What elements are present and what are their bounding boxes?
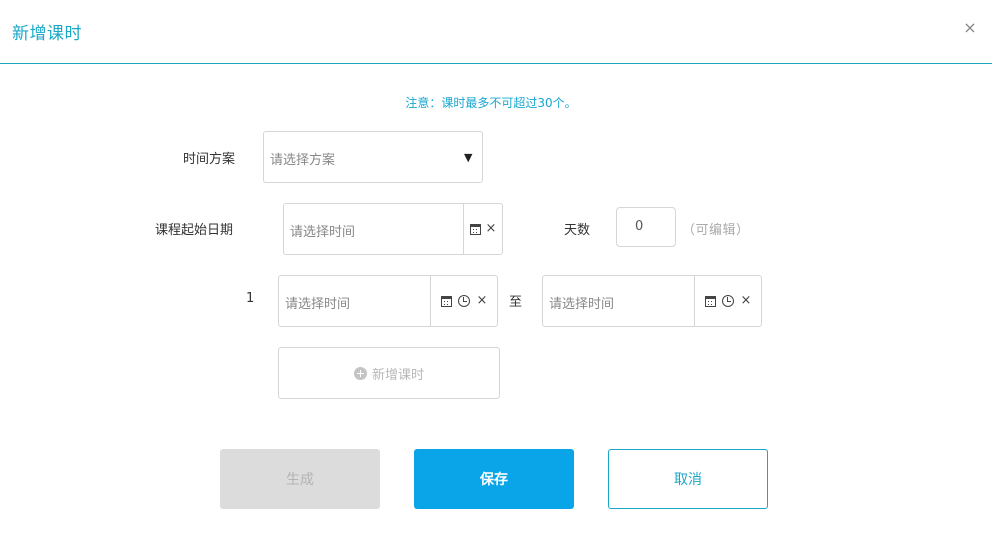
add-session-button[interactable]: 新增课时: [278, 347, 500, 399]
days-label: 天数: [564, 223, 591, 238]
session-end-input[interactable]: 请选择时间 ×: [542, 275, 762, 327]
session-start-placeholder: 请选择时间: [285, 297, 351, 312]
start-date-icons: ×: [463, 204, 503, 254]
clear-icon[interactable]: ×: [485, 222, 497, 235]
calendar-icon[interactable]: [441, 295, 452, 307]
add-session-label: 新增课时: [371, 367, 424, 383]
session-start-input[interactable]: 请选择时间 ×: [278, 275, 498, 327]
close-icon[interactable]: ×: [962, 20, 978, 36]
days-input[interactable]: 0: [616, 207, 676, 247]
calendar-icon[interactable]: [470, 223, 481, 235]
clock-icon[interactable]: [458, 295, 470, 307]
session-end-placeholder: 请选择时间: [549, 297, 615, 312]
plan-placeholder: 请选择方案: [270, 153, 336, 168]
dialog-header: 新增课时 ×: [0, 0, 992, 64]
session-start-icons: ×: [430, 276, 498, 326]
clear-icon[interactable]: ×: [740, 294, 752, 307]
start-date-placeholder: 请选择时间: [290, 225, 356, 240]
days-editable-hint: （可编辑）: [682, 223, 750, 238]
plus-circle-icon: [353, 366, 367, 380]
start-date-input[interactable]: 请选择时间 ×: [283, 203, 503, 255]
start-date-label: 课程起始日期: [155, 223, 234, 238]
session-end-icons: ×: [694, 276, 762, 326]
range-separator: 至: [509, 295, 523, 310]
save-button[interactable]: 保存: [414, 449, 574, 509]
dialog-title: 新增课时: [12, 24, 82, 44]
generate-button[interactable]: 生成: [220, 449, 380, 509]
session-index: 1: [246, 291, 255, 306]
calendar-icon[interactable]: [705, 295, 716, 307]
notice-text: 注意：课时最多不可超过30个。: [405, 96, 577, 110]
clear-icon[interactable]: ×: [476, 294, 488, 307]
plan-label: 时间方案: [183, 152, 236, 167]
clock-icon[interactable]: [722, 295, 734, 307]
plan-select[interactable]: 请选择方案 ▼: [263, 131, 483, 183]
chevron-down-icon: ▼: [464, 151, 473, 164]
cancel-button[interactable]: 取消: [608, 449, 768, 509]
